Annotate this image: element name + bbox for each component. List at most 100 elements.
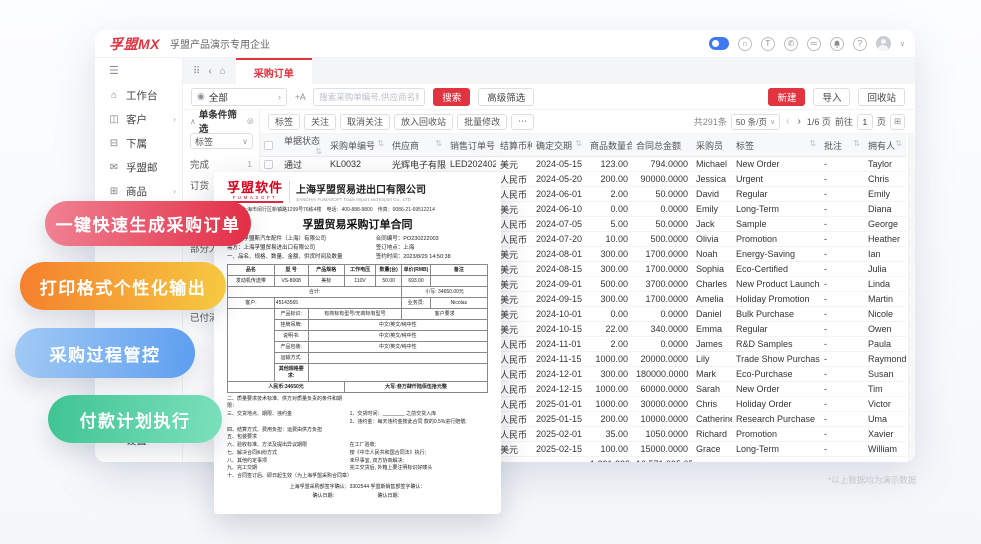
column-header[interactable]: 合同总金额 xyxy=(632,134,692,157)
column-settings-icon[interactable]: ⊞ xyxy=(889,113,905,130)
filter-item[interactable]: 完成 1 xyxy=(190,153,259,174)
select-all-checkbox[interactable] xyxy=(260,134,280,157)
cell-due-date: 2024-12-15 xyxy=(532,381,586,397)
column-header[interactable]: 采购员 xyxy=(692,134,732,157)
cell-owner: Heather xyxy=(864,231,906,247)
import-button[interactable]: 导入 xyxy=(813,87,851,106)
sort-icon[interactable]: ⇅ xyxy=(315,147,322,156)
column-header[interactable]: 批注 ⇅ xyxy=(820,134,864,157)
column-header[interactable]: 单据状态 ⇅ xyxy=(280,134,326,157)
sidebar-item[interactable]: ⌂ 工作台 xyxy=(95,83,182,107)
tab-purchase-orders[interactable]: 采购订单 xyxy=(235,58,312,84)
back-icon[interactable]: ‹ xyxy=(208,66,211,77)
goto-page-input[interactable] xyxy=(856,113,873,130)
create-button[interactable]: 新建 xyxy=(768,87,806,106)
cell-supplier[interactable]: 光辉电子有限公司 xyxy=(388,156,446,172)
action-button[interactable]: 关注 xyxy=(304,113,337,130)
saved-search-icon[interactable]: +A xyxy=(295,92,306,102)
cell-buyer: James xyxy=(692,336,732,352)
view-toggle-icon[interactable] xyxy=(708,37,729,50)
cell-currency: 美元 xyxy=(496,441,532,457)
cell-quantity: 1000.00 xyxy=(586,351,632,367)
headset-icon[interactable]: ∩ xyxy=(737,36,752,51)
sort-icon[interactable]: ⇅ xyxy=(575,139,582,148)
sort-icon[interactable]: ⇅ xyxy=(895,139,902,148)
bell-icon[interactable] xyxy=(829,36,844,51)
action-button[interactable]: 取消关注 xyxy=(340,113,391,130)
cell-note: - xyxy=(820,156,864,172)
chevron-down-icon: ∨ xyxy=(242,136,248,146)
sidebar-item[interactable]: ◫ 客户 › xyxy=(95,107,182,131)
whatsapp-icon[interactable]: ✆ xyxy=(783,36,798,51)
page-unit: 页 xyxy=(876,117,886,127)
column-header[interactable]: 拥有人 ⇅ xyxy=(864,134,906,157)
column-header[interactable]: 结算币种 xyxy=(496,134,532,157)
sidebar-item[interactable]: ✉ 孚盟邮 xyxy=(95,155,182,179)
cell-amount: 50.0000 xyxy=(632,186,692,202)
column-header[interactable]: 采购单编号 ⇅ xyxy=(326,134,388,157)
cell-currency: 美元 xyxy=(496,276,532,292)
vertical-scrollbar[interactable] xyxy=(908,134,915,462)
advanced-filter-button[interactable]: 高级筛选 xyxy=(478,87,535,106)
action-button[interactable]: 批量修改 xyxy=(457,113,508,130)
sort-icon[interactable]: ⇅ xyxy=(435,139,442,148)
cell-order-code[interactable]: KL0032 xyxy=(326,156,388,172)
clause-line: 四、结算方式、费用负担：运费由供方负担 xyxy=(227,426,323,433)
cell-tag: Regular xyxy=(732,186,820,202)
sort-icon[interactable]: ⇅ xyxy=(377,139,384,148)
search-button[interactable]: 搜索 xyxy=(433,87,471,106)
cell-status[interactable]: 通过 xyxy=(280,156,326,172)
confirm-date-2: 确认日期： xyxy=(377,492,403,499)
avatar[interactable] xyxy=(875,36,891,51)
page-size-select[interactable]: 50 条/页 ∨ xyxy=(730,113,781,130)
action-button[interactable]: 标签 xyxy=(268,113,301,130)
filter-field-select[interactable]: 标签 ∨ xyxy=(190,133,253,149)
cell-note: - xyxy=(820,351,864,367)
chevron-right-icon: › xyxy=(173,186,176,196)
action-button[interactable]: 放入回收站 xyxy=(394,113,454,130)
cell-owner: Linda xyxy=(864,276,906,292)
cell-tag: Holiday Order xyxy=(732,396,820,412)
column-header[interactable]: 确定交期 ⇅ xyxy=(532,134,586,157)
history-list-icon[interactable]: ≔ xyxy=(806,36,821,51)
cell-due-date: 2024-10-15 xyxy=(532,321,586,337)
row-checkbox[interactable] xyxy=(260,156,280,172)
sort-icon[interactable]: ⇅ xyxy=(809,139,816,148)
cell-note: - xyxy=(820,366,864,382)
sidebar-item[interactable]: ⊟ 下属 xyxy=(95,131,182,155)
home-icon[interactable]: ⌂ xyxy=(220,66,226,77)
cell-tag: New Order xyxy=(732,156,820,172)
clear-filter-icon[interactable]: ⊗ xyxy=(246,116,254,127)
column-header[interactable]: 销售订单号 xyxy=(446,134,496,157)
recycle-bin-button[interactable]: 回收站 xyxy=(858,87,905,106)
column-header[interactable]: 供应商 ⇅ xyxy=(388,134,446,157)
next-page-icon[interactable]: › xyxy=(795,116,802,127)
search-input[interactable] xyxy=(313,87,426,106)
scope-value: 全部 xyxy=(208,92,228,104)
column-header[interactable]: 商品数量合计 xyxy=(586,134,632,157)
cell-tag: Bulk Purchase xyxy=(732,306,820,322)
cell-tag: R&D Samples xyxy=(732,336,820,352)
cell-quantity: 300.00 xyxy=(586,246,632,262)
total-amount: 10,571,095,05... xyxy=(632,457,692,462)
chevron-down-icon[interactable]: ∨ xyxy=(900,40,905,48)
collapse-icon[interactable]: ∧ xyxy=(190,117,196,126)
table-row[interactable]: 通过 KL0032 光辉电子有限公司 LED20240201 美元 2024-0… xyxy=(260,156,906,172)
cell-currency: 美元 xyxy=(496,246,532,262)
task-icon[interactable]: T xyxy=(760,36,775,51)
column-header[interactable]: 标签 ⇅ xyxy=(732,134,820,157)
topbar: 孚盟MX 孚盟产品演示专用企业 ∩ T ✆ ≔ ? ∨ xyxy=(95,30,915,58)
cell-note: - xyxy=(820,261,864,277)
action-button[interactable]: ⋯ xyxy=(511,113,535,130)
scope-select[interactable]: ◉ 全部 › xyxy=(191,87,287,106)
help-icon[interactable]: ? xyxy=(852,36,867,51)
clause-line: 六、验收标准、方法及提出异议期限 在工厂验收; xyxy=(227,442,377,449)
cell-quantity: 100.00 xyxy=(586,441,632,457)
topbar-actions: ∩ T ✆ ≔ ? ∨ xyxy=(708,36,905,51)
app-grid-icon[interactable]: ⠿ xyxy=(193,66,200,77)
cell-tag: Energy-Saving xyxy=(732,246,820,262)
prev-page-icon[interactable]: ‹ xyxy=(784,116,791,127)
hamburger-icon[interactable]: ☰ xyxy=(95,62,182,83)
sidebar-item[interactable]: ⊞ 商品 › xyxy=(95,179,182,203)
sort-icon[interactable]: ⇅ xyxy=(853,139,860,148)
